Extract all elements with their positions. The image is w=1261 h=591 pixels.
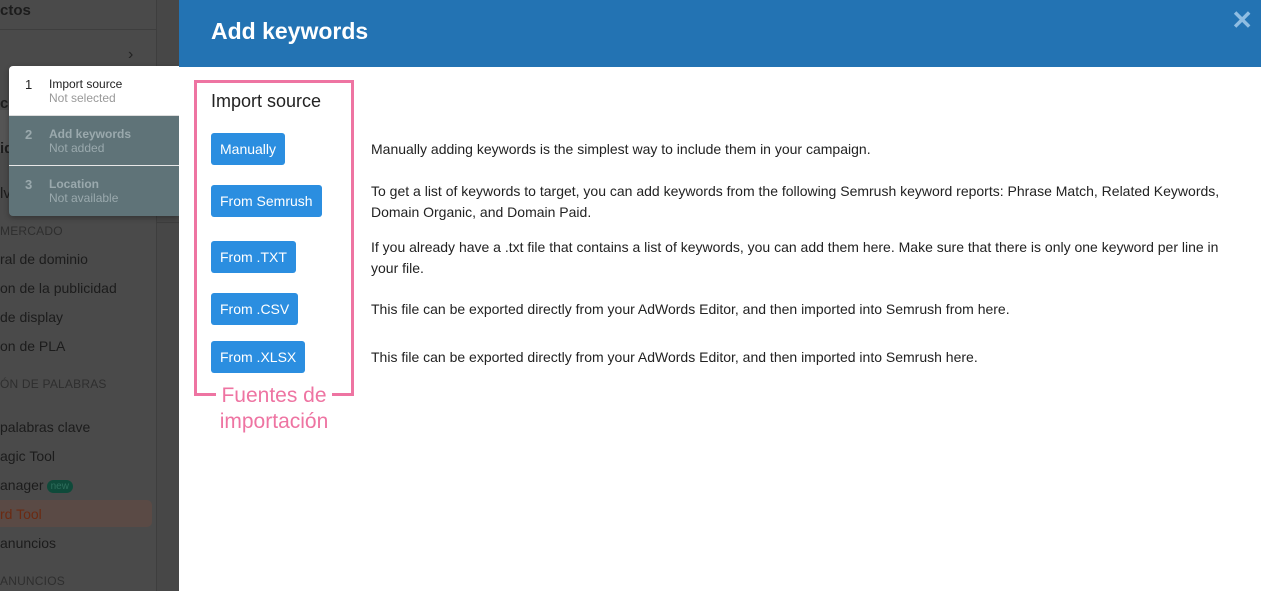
source-description: If you already have a .txt file that con…: [371, 239, 1219, 276]
source-description: This file can be exported directly from …: [371, 349, 978, 365]
sidebar-item[interactable]: ctos: [0, 2, 31, 19]
sidebar-item[interactable]: anuncios: [0, 535, 56, 551]
sidebar-section-heading: ÓN DE PALABRAS: [0, 377, 107, 391]
add-keywords-modal: Add keywords ✕ Fuentes de importación Im…: [179, 0, 1261, 591]
from-csv-button[interactable]: From .CSV: [211, 293, 299, 325]
modal-header: Add keywords ✕: [179, 0, 1261, 67]
from-xlsx-button[interactable]: From .XLSX: [211, 341, 306, 373]
step-status: Not added: [49, 141, 105, 155]
sidebar-section-heading: ANUNCIOS: [0, 574, 65, 588]
sidebar-item[interactable]: c: [0, 95, 8, 112]
sidebar-section-heading: MERCADO: [0, 224, 63, 238]
section-title: Import source: [211, 91, 322, 111]
sidebar-item-active[interactable]: rd Tool: [0, 506, 42, 522]
sidebar-item[interactable]: on de PLA: [0, 338, 65, 354]
from-txt-button[interactable]: From .TXT: [211, 241, 296, 273]
step-add-keywords[interactable]: 2 Add keywords Not added: [9, 116, 179, 166]
sidebar-item[interactable]: on de la publicidad: [0, 280, 117, 296]
source-description: To get a list of keywords to target, you…: [371, 183, 1220, 220]
source-description: This file can be exported directly from …: [371, 301, 1010, 317]
step-title: Import source: [49, 77, 123, 91]
divider: [157, 222, 179, 223]
step-location[interactable]: 3 Location Not available: [9, 166, 179, 216]
sidebar-item[interactable]: ral de dominio: [0, 251, 88, 267]
step-title: Location: [49, 177, 99, 191]
sidebar-item[interactable]: palabras clave: [0, 419, 90, 435]
sidebar-item[interactable]: de display: [0, 309, 63, 325]
step-title: Add keywords: [49, 127, 132, 141]
wizard-steps: 1 Import source Not selected 2 Add keywo…: [9, 66, 179, 216]
sidebar-item[interactable]: anager new: [0, 477, 73, 493]
annotation-label: Fuentes de importación: [219, 384, 329, 433]
step-number: 1: [25, 77, 33, 92]
step-import-source[interactable]: 1 Import source Not selected: [9, 66, 179, 116]
source-description: Manually adding keywords is the simplest…: [371, 141, 871, 157]
sidebar-item[interactable]: agic Tool: [0, 448, 55, 464]
manually-button[interactable]: Manually: [211, 133, 286, 165]
step-status: Not available: [49, 191, 119, 205]
divider: [0, 29, 157, 30]
sidebar-item-label: anager: [0, 477, 44, 493]
step-number: 2: [25, 127, 33, 142]
from-semrush-button[interactable]: From Semrush: [211, 185, 322, 217]
new-badge: new: [46, 480, 73, 493]
step-number: 3: [25, 177, 33, 192]
modal-title: Add keywords: [211, 18, 369, 44]
chevron-right-icon[interactable]: ›: [128, 46, 133, 64]
close-icon[interactable]: ✕: [1231, 5, 1253, 36]
step-status: Not selected: [49, 91, 116, 105]
